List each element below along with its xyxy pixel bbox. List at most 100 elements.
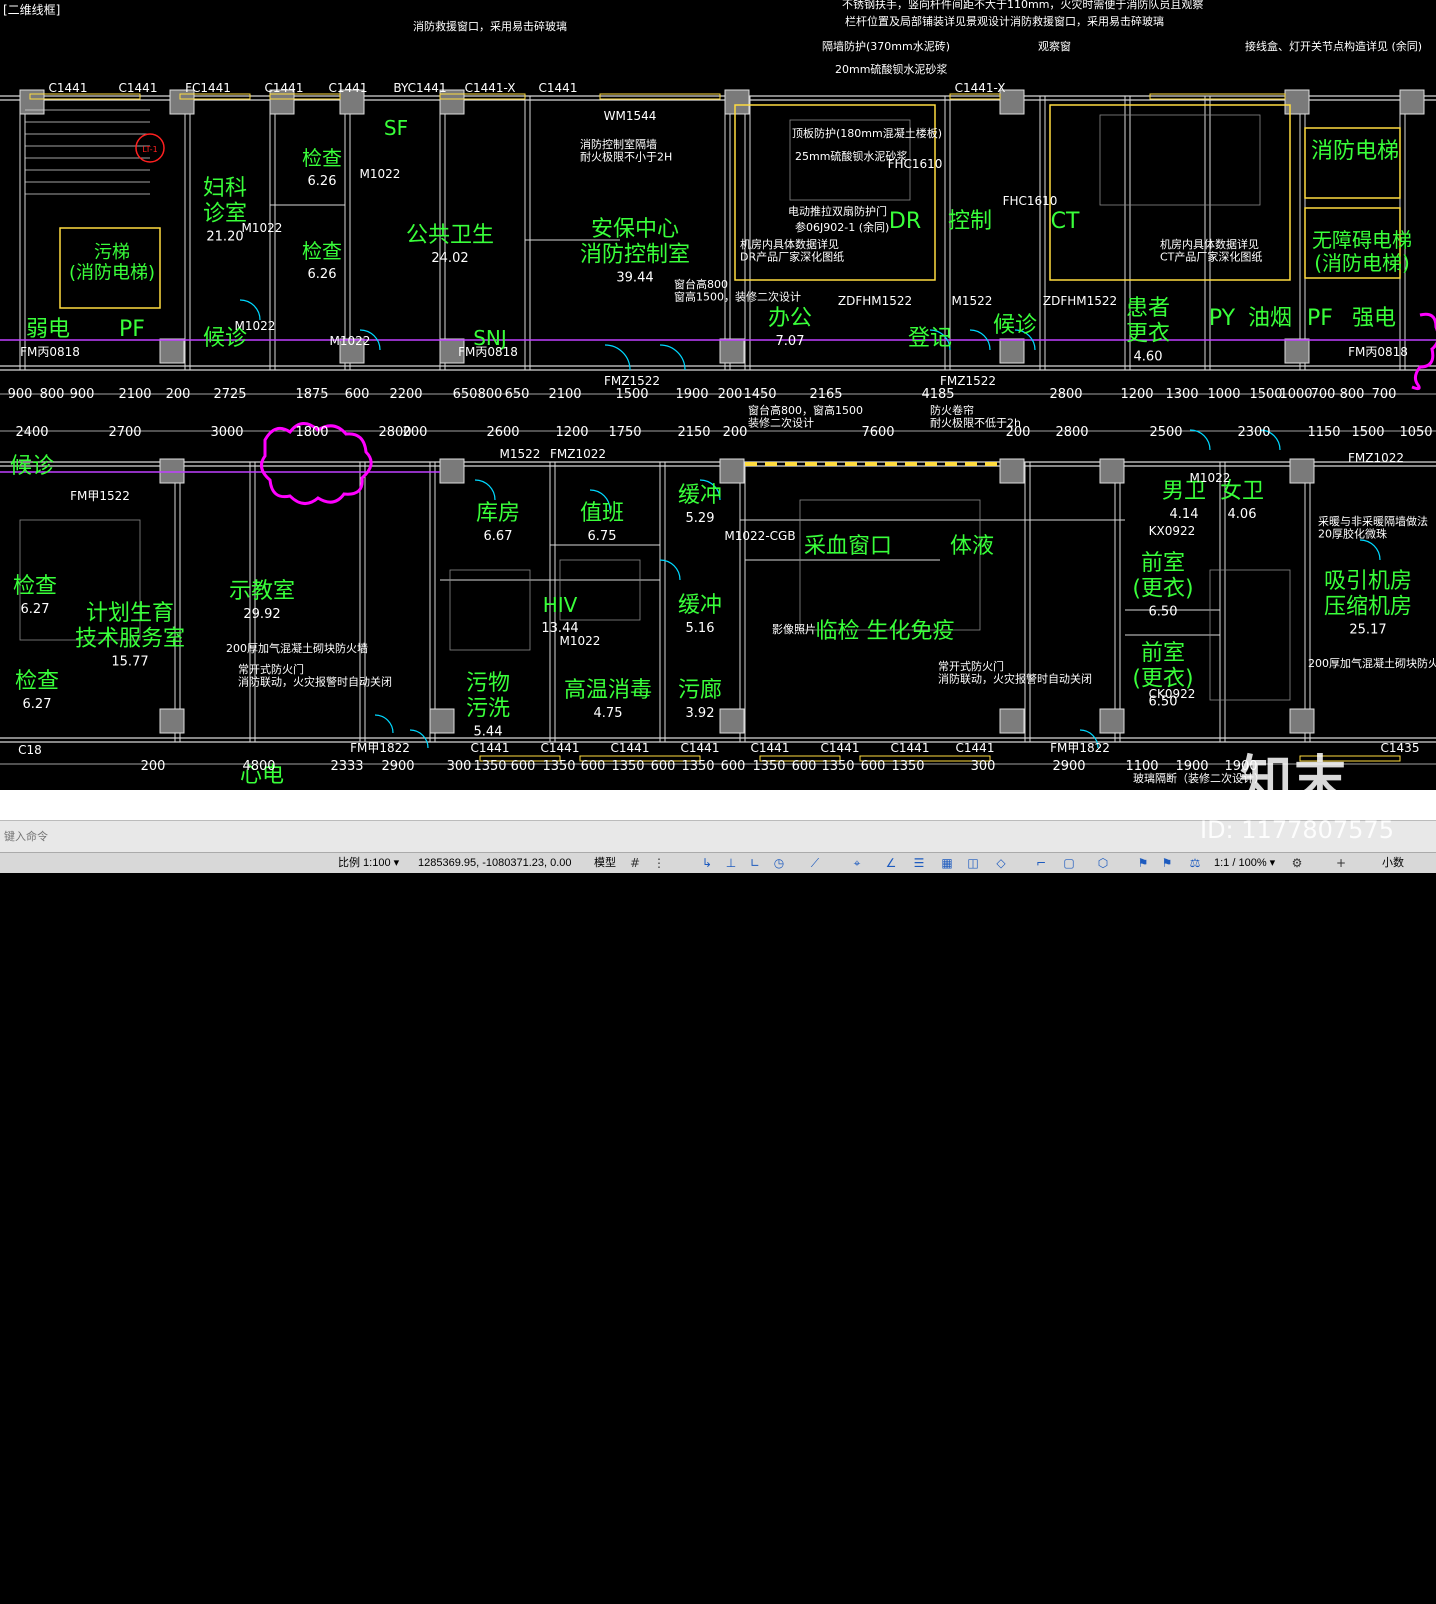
annotation-text: 窗台高800 窗高1500，装修二次设计	[674, 277, 801, 304]
door-tag: M1022	[360, 167, 401, 181]
dimension-value: 300	[971, 759, 996, 774]
room-area: 15.77	[111, 654, 148, 669]
structural-column	[439, 458, 465, 484]
object-snap-icon[interactable]: ⌖	[850, 856, 864, 870]
transparency-icon[interactable]: ▦	[940, 856, 954, 870]
room-area: 24.02	[431, 251, 468, 266]
viewport-visual-style-label[interactable]: [二维线框]	[0, 0, 64, 19]
window-tag: C1441	[49, 81, 88, 95]
structural-column	[159, 338, 185, 364]
annotation-text: 200厚加气混凝土砌块防火墙	[1308, 656, 1436, 670]
structural-column	[159, 458, 185, 484]
osnap-tracking-icon[interactable]: ∠	[884, 856, 898, 870]
dimension-value: 2800	[1055, 425, 1088, 440]
selection-filter-icon[interactable]: ▢	[1062, 856, 1076, 870]
annotation-text: 20mm硫酸钡水泥砂浆	[835, 62, 947, 76]
dynamic-ucs-icon[interactable]: ⌐	[1034, 856, 1048, 870]
room-area: 6.27	[23, 697, 52, 712]
dimension-value: 600	[721, 759, 746, 774]
annotation-scale-icon[interactable]: ⚖	[1188, 856, 1202, 870]
annotation-text: 消防救援窗口，采用易击碎玻璃	[413, 19, 567, 33]
polar-tracking-icon[interactable]: ◷	[772, 856, 786, 870]
structural-column	[159, 708, 185, 734]
window-tag: C18	[18, 743, 42, 757]
workspace-gear-icon[interactable]: ⚙	[1290, 856, 1304, 870]
dimension-value: 7600	[861, 425, 894, 440]
scale-dropdown[interactable]: 比例 1:100 ▾	[338, 853, 399, 873]
annotation-visibility-icon[interactable]: ⚑	[1136, 856, 1150, 870]
isometric-icon[interactable]: ⟋	[808, 856, 822, 870]
annotation-text: 常开式防火门消防联动，火灾报警时自动关闭	[238, 662, 392, 689]
dimension-value: 1000	[1207, 387, 1240, 402]
model-space-button[interactable]: 模型	[594, 853, 616, 873]
annotation-scale-dropdown[interactable]: 1:1 / 100% ▾	[1214, 853, 1275, 873]
infer-constraints-icon[interactable]: ↳	[700, 856, 714, 870]
annotation-text: 不锈钢扶手，竖向杆件间距不大于110mm，火灾时需便于消防队员且观察	[842, 0, 1203, 11]
room-area: 7.07	[776, 334, 805, 349]
dimension-value: 800	[1340, 387, 1365, 402]
dimension-value: 1875	[295, 387, 328, 402]
window-tag: C1441	[681, 741, 720, 755]
window-tag: C1441	[471, 741, 510, 755]
drawing-canvas[interactable]: LT-1 妇科诊室 21.20 检查 6.26 检查 6.26 公共卫生 24.02 安保中心消防…	[0, 0, 1436, 790]
window-tag: C1435	[1381, 741, 1420, 755]
dimension-value: 2200	[389, 387, 422, 402]
annotation-text: 隔墙防护(370mm水泥砖)	[822, 39, 950, 53]
command-input[interactable]	[0, 828, 1008, 844]
window-tag: C1441	[119, 81, 158, 95]
snap-icon[interactable]: ⋮	[652, 856, 666, 870]
grid-icon[interactable]: #	[628, 856, 642, 870]
room-label: 缓冲	[678, 483, 722, 508]
door-tag: M1022	[1190, 471, 1231, 485]
room-area: 5.29	[686, 511, 715, 526]
auto-scale-icon[interactable]: ⚑	[1160, 856, 1174, 870]
dimension-value: 2400	[15, 425, 48, 440]
units-readout[interactable]: 小数	[1382, 853, 1404, 873]
dimension-value: 3000	[210, 425, 243, 440]
room-label: 妇科诊室	[203, 176, 247, 226]
door-tag: M1522	[500, 447, 541, 461]
room-label: PF	[119, 317, 145, 342]
room-label: 患者更衣	[1126, 296, 1170, 346]
gizmo-icon[interactable]: ⬡	[1096, 856, 1110, 870]
dimension-value: 2900	[381, 759, 414, 774]
structural-column	[724, 89, 750, 115]
lineweight-icon[interactable]: ☰	[912, 856, 926, 870]
structural-column	[719, 458, 745, 484]
dimension-value: 1350	[821, 759, 854, 774]
room-label: 体液	[950, 534, 994, 559]
dimension-value: 900	[8, 387, 33, 402]
plus-icon[interactable]: +	[1334, 856, 1348, 870]
selection-cycling-icon[interactable]: ◫	[966, 856, 980, 870]
room-label: 检查	[13, 574, 57, 599]
dimension-value: 2700	[108, 425, 141, 440]
door-tag: M1022	[560, 634, 601, 648]
door-tag: FM甲1522	[70, 489, 130, 503]
dimension-value: 2300	[1237, 425, 1270, 440]
door-tag: FMZ1022	[1348, 451, 1404, 465]
room-area: 4.14	[1170, 507, 1199, 522]
window-tag: C1441	[891, 741, 930, 755]
dimension-value: 600	[345, 387, 370, 402]
annotation-text: 电动推拉双扇防护门	[788, 204, 887, 218]
ortho-icon[interactable]: ∟	[748, 856, 762, 870]
command-history-text: 存到 C:\Users\Lenovo\AppData\Local\Temp\卫生…	[0, 1587, 597, 1601]
dynamic-input-icon[interactable]: ⊥	[724, 856, 738, 870]
room-area: 4.06	[1228, 507, 1257, 522]
door-swing-arc	[474, 479, 496, 501]
door-swing-arc	[659, 559, 681, 581]
3d-osnap-icon[interactable]: ◇	[994, 856, 1008, 870]
dimension-value: 600	[792, 759, 817, 774]
dimension-value: 1500	[1351, 425, 1384, 440]
room-label: 吸引机房压缩机房	[1324, 569, 1412, 619]
floor-plan-drawing[interactable]: LT-1 妇科诊室 21.20 检查 6.26 检查 6.26 公共卫生 24.02 安保中心消防…	[0, 0, 1436, 790]
structural-column	[1099, 458, 1125, 484]
room-label: 污物污洗	[466, 671, 510, 721]
dimension-value: 600	[511, 759, 536, 774]
room-label: 弱电	[26, 317, 70, 342]
window-tag: WM1544	[604, 109, 657, 123]
structural-column	[999, 708, 1025, 734]
dimension-value: 200	[403, 425, 428, 440]
dimension-value: 300	[447, 759, 472, 774]
door-tag: FM甲1822	[350, 741, 410, 755]
